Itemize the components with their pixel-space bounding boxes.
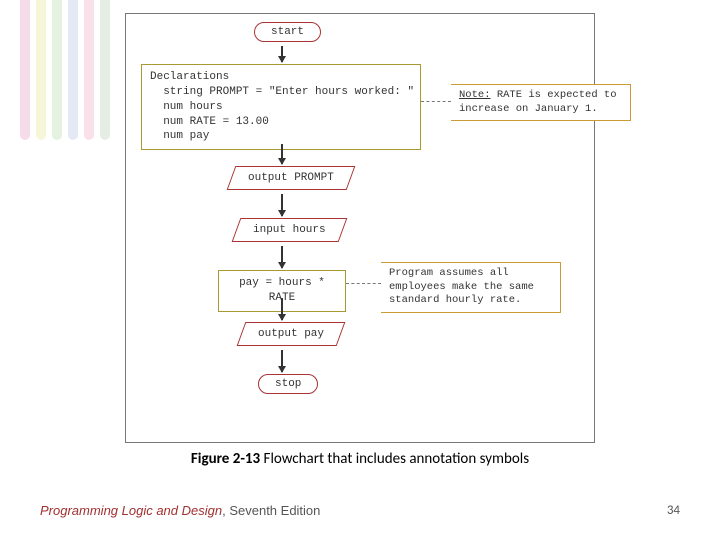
footer-book: Programming Logic and Design, Seventh Ed…	[40, 503, 320, 518]
caption-text: Flowchart that includes annotation symbo…	[260, 450, 529, 468]
arrow	[281, 350, 283, 372]
arrow	[281, 46, 283, 62]
caption-label: Figure 2-13	[191, 450, 260, 468]
io-input-hours: input hours	[236, 218, 343, 242]
flowchart-frame: start Declarations string PROMPT = "Ente…	[125, 13, 595, 443]
annotation-rate-note: Note: RATE is expected to increase on Ja…	[451, 84, 631, 121]
io-text: output PROMPT	[248, 172, 334, 184]
arrow	[281, 144, 283, 164]
arrow	[281, 298, 283, 320]
decl-line: Declarations	[150, 70, 412, 85]
process-declarations: Declarations string PROMPT = "Enter hour…	[141, 64, 421, 150]
terminal-start: start	[254, 22, 321, 42]
flowchart-stage: start Declarations string PROMPT = "Ente…	[126, 14, 594, 442]
decl-line: num hours	[150, 100, 412, 115]
annotation-program-note: Program assumes all employees make the s…	[381, 262, 561, 313]
connector-dash	[346, 283, 381, 284]
io-text: output pay	[258, 328, 324, 340]
decl-line: num pay	[150, 129, 412, 144]
io-output-prompt: output PROMPT	[231, 166, 351, 190]
decorative-strips	[20, 0, 110, 140]
book-title: Programming Logic and Design	[40, 503, 222, 518]
book-edition: , Seventh Edition	[222, 503, 320, 518]
decl-line: string PROMPT = "Enter hours worked: "	[150, 85, 412, 100]
page-number: 34	[667, 503, 680, 518]
arrow	[281, 194, 283, 216]
decl-line: num RATE = 13.00	[150, 115, 412, 130]
connector-dash	[421, 101, 451, 102]
terminal-stop: stop	[258, 374, 318, 394]
io-text: input hours	[253, 224, 326, 236]
io-output-pay: output pay	[241, 322, 341, 346]
figure-caption: Figure 2-13 Flowchart that includes anno…	[0, 450, 720, 468]
annot-label: Note:	[459, 89, 491, 101]
arrow	[281, 246, 283, 268]
